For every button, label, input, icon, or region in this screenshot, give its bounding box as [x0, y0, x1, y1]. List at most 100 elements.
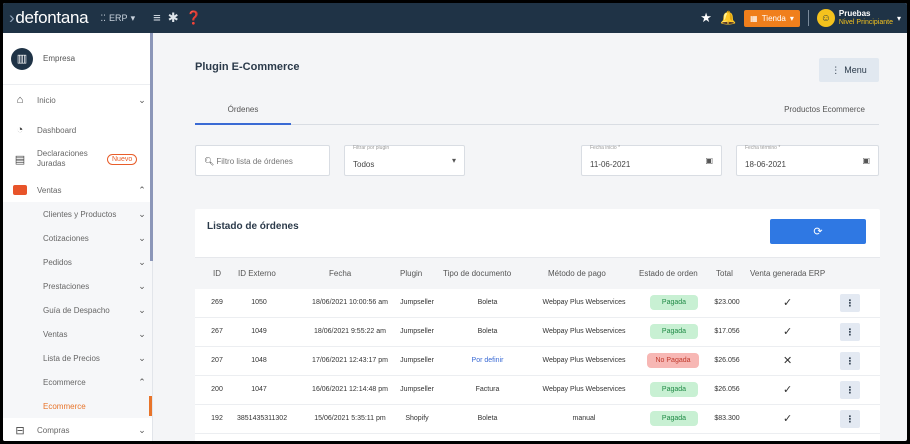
help-icon[interactable]: ❓ — [186, 10, 202, 26]
table-row[interactable]: 207 1048 17/06/2021 12:43:17 pm Jumpseller P… — [195, 347, 880, 376]
cell-ext: 1049 — [251, 328, 267, 335]
tab-ordenes[interactable]: Órdenes — [195, 105, 291, 125]
cell-total: $26.056 — [714, 357, 740, 364]
logo[interactable]: ›defontana — [9, 8, 89, 28]
sidebar-item-lista-precios[interactable]: Lista de Precios ⌄ — [3, 346, 152, 370]
tab-productos-ecommerce[interactable]: Productos Ecommerce — [784, 105, 865, 114]
bell-icon[interactable]: 🔔 — [720, 10, 736, 26]
sidebar-item-declaraciones[interactable]: ▤ Declaraciones Juradas Nuevo — [3, 142, 152, 176]
cell-date: 15/06/2021 5:35:11 pm — [314, 415, 386, 422]
row-actions-button[interactable]: ⋮ — [840, 381, 860, 399]
cell-date: 18/06/2021 10:00:56 am — [312, 299, 388, 306]
cell-id: 192 — [211, 415, 223, 422]
store-button[interactable]: ▦ Tienda ▾ — [744, 9, 800, 27]
column-header[interactable]: Estado de orden — [639, 269, 698, 278]
row-actions-button[interactable]: ⋮ — [840, 410, 860, 428]
cash-icon — [13, 185, 27, 195]
sidebar-item-guia-despacho[interactable]: Guía de Despacho ⌄ — [3, 298, 152, 322]
table-row[interactable]: 269 1050 18/06/2021 10:00:56 am Jumpseller B… — [195, 289, 880, 318]
cell-ext: 3851435311302 — [237, 415, 288, 422]
chevron-down-icon: ⌄ — [138, 424, 146, 435]
table-row[interactable]: 200 1047 16/06/2021 12:14:48 pm Jumpseller F… — [195, 376, 880, 405]
column-header[interactable]: ID — [213, 269, 221, 278]
caret-down-icon: ▾ — [451, 156, 456, 165]
table-row[interactable]: 192 3851435311302 15/06/2021 5:35:11 pm Sho… — [195, 405, 880, 434]
sidebar-item-pedidos[interactable]: Pedidos ⌄ — [3, 250, 152, 274]
cell-total: $17.056 — [714, 328, 740, 335]
user-menu[interactable]: ☺ Pruebas Nivel Principiante ▾ — [816, 9, 901, 27]
column-header[interactable]: Plugin — [400, 269, 422, 278]
cell-plugin: Jumpseller — [400, 357, 434, 364]
row-actions-button[interactable]: ⋮ — [840, 294, 860, 312]
tab-bar: Órdenes Productos Ecommerce — [195, 95, 879, 125]
refresh-button[interactable]: ⟳ — [770, 219, 866, 244]
sidebar-item-dashboard[interactable]: ◔ Dashboard — [3, 118, 152, 142]
home-icon: ⌂ — [16, 94, 24, 106]
sidebar: ▥ Empresa ⌂ Inicio ⌄ ◔ Dashboard ▤ Declaraci… — [3, 33, 153, 441]
refresh-icon: ⟳ — [813, 226, 823, 238]
calendar-icon[interactable]: ▣ — [862, 156, 870, 165]
cell-id: 269 — [211, 299, 223, 306]
search-icon: 🔍︎ — [204, 157, 215, 166]
user-level: Nivel Principiante — [838, 19, 893, 26]
sidebar-item-inicio[interactable]: ⌂ Inicio ⌄ — [3, 88, 152, 112]
sidebar-item-clientes[interactable]: Clientes y Productos ⌄ — [3, 202, 152, 226]
cell-doc: Boleta — [477, 415, 498, 422]
cell-date: 17/06/2021 12:43:17 pm — [312, 357, 388, 364]
chevron-down-icon: ▾ — [789, 13, 794, 23]
cell-plugin: Jumpseller — [400, 299, 434, 306]
sidebar-item-compras[interactable]: ⊟ Compras ⌄ — [3, 418, 152, 441]
gauge-icon: ◔ — [16, 124, 24, 136]
row-actions-button[interactable]: ⋮ — [840, 352, 860, 370]
cell-doc: Factura — [475, 386, 500, 393]
cell-pay: Webpay Plus Webservices — [542, 328, 626, 335]
chevron-down-icon: ⌄ — [138, 208, 146, 219]
column-header[interactable]: Fecha — [329, 269, 351, 278]
company-selector[interactable]: ▥ Empresa — [3, 33, 152, 85]
sidebar-item-ventas[interactable]: Ventas ⌃ — [3, 178, 152, 202]
star-icon[interactable]: ★ — [700, 10, 712, 26]
cell-ext: 1050 — [251, 299, 267, 306]
cell-date: 18/06/2021 9:55:22 am — [313, 328, 386, 335]
user-name: Pruebas — [838, 9, 871, 18]
table-row[interactable]: 267 1049 18/06/2021 9:55:22 am Jumpseller Bo… — [195, 318, 880, 347]
column-header[interactable]: Método de pago — [548, 269, 606, 278]
grid-icon: ⁚⁚ — [100, 12, 107, 23]
module-selector[interactable]: ⁚⁚ ERP ▾ — [100, 13, 135, 24]
chevron-down-icon: ⌄ — [138, 304, 146, 315]
status-badge: Pagada — [650, 324, 698, 339]
kebab-icon: ⋮ — [831, 64, 841, 75]
column-header[interactable]: Total — [716, 269, 733, 278]
plugin-select[interactable]: Filtrar por plugin Todos ▾ — [344, 145, 465, 176]
cell-total: $26.056 — [714, 386, 740, 393]
sidebar-item-prestaciones[interactable]: Prestaciones ⌄ — [3, 274, 152, 298]
cell-pay: Webpay Plus Webservices — [542, 299, 626, 306]
check-icon: ✓ — [783, 326, 793, 338]
bank-icon: ▥ — [11, 47, 33, 70]
menu-button[interactable]: ⋮ Menu — [819, 58, 879, 82]
chevron-up-icon: ⌃ — [138, 376, 146, 387]
chevron-down-icon: ▾ — [130, 12, 136, 23]
new-badge: Nuevo — [107, 153, 138, 165]
row-actions-button[interactable]: ⋮ — [840, 323, 860, 341]
column-header[interactable]: ID Externo — [238, 269, 276, 278]
sidebar-item-ventas-sub[interactable]: Ventas ⌄ — [3, 322, 152, 346]
pin-icon[interactable]: ✱ — [168, 10, 179, 26]
chevron-down-icon: ⌄ — [138, 232, 146, 243]
cell-pay: Webpay Plus Webservices — [542, 386, 626, 393]
sidebar-item-ecommerce-active[interactable]: Ecommerce — [3, 394, 152, 418]
sidebar-item-cotizaciones[interactable]: Cotizaciones ⌄ — [3, 226, 152, 250]
sidebar-item-ecommerce[interactable]: Ecommerce ⌃ — [3, 370, 152, 394]
cell-total: $83.300 — [714, 415, 740, 422]
column-header[interactable]: Venta generada ERP — [750, 269, 825, 278]
start-date-field[interactable]: Fecha inicio * 11-06-2021 ▣ — [581, 145, 722, 176]
chevron-down-icon: ▾ — [896, 13, 901, 23]
hamburger-icon[interactable]: ≡ — [153, 10, 161, 26]
column-header[interactable]: Tipo de documento — [443, 269, 511, 278]
search-input[interactable]: 🔍︎ Filtro lista de órdenes — [195, 145, 330, 176]
cell-id: 267 — [211, 328, 223, 335]
calendar-icon[interactable]: ▣ — [705, 156, 713, 165]
end-date-field[interactable]: Fecha término * 18-06-2021 ▣ — [736, 145, 879, 176]
cell-plugin: Jumpseller — [400, 386, 434, 393]
chevron-up-icon: ⌃ — [138, 184, 146, 195]
